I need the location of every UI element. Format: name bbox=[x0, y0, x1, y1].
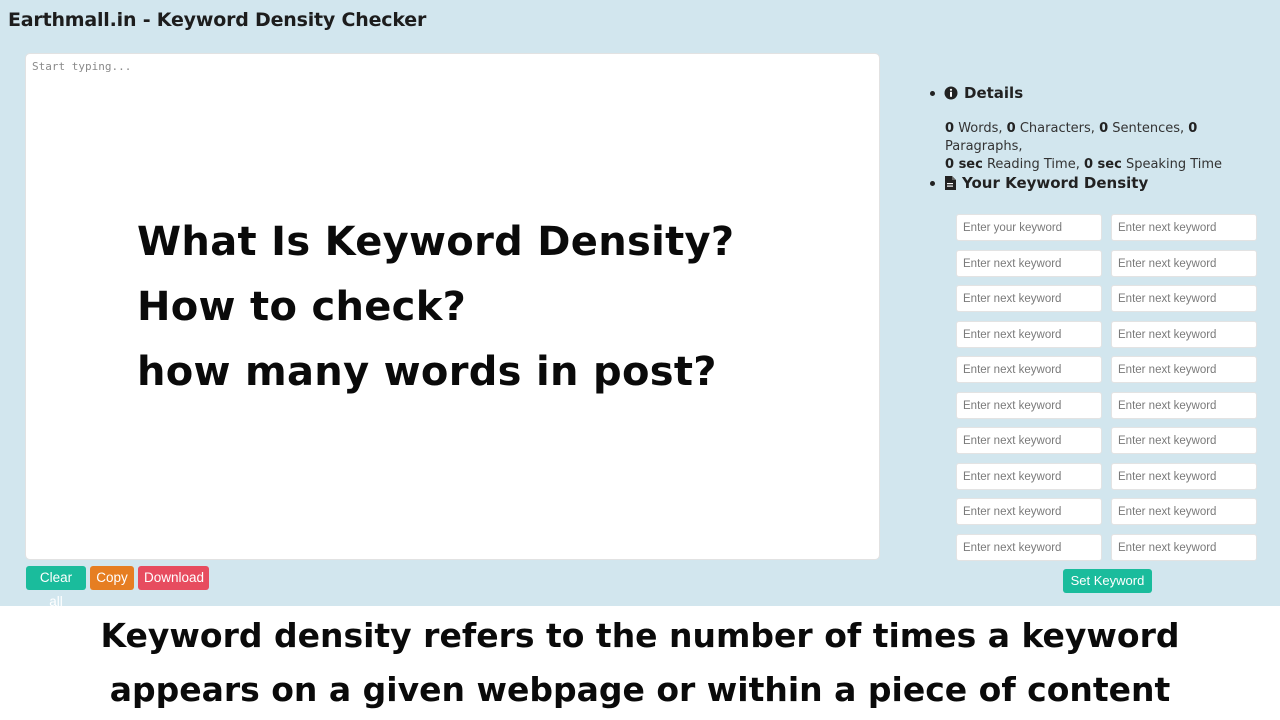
app-title: Earthmall.in - Keyword Density Checker bbox=[8, 9, 427, 31]
details-heading: Details bbox=[930, 84, 1023, 102]
caption: Keyword density refers to the number of … bbox=[0, 606, 1280, 720]
keyword-input[interactable] bbox=[956, 427, 1102, 454]
download-button[interactable]: Download bbox=[138, 566, 209, 590]
document-icon bbox=[944, 176, 956, 190]
speaking-time-label: Speaking Time bbox=[1125, 157, 1223, 172]
caption-line: Keyword density refers to the number of … bbox=[100, 616, 1180, 655]
bullet bbox=[930, 90, 935, 96]
keyword-input[interactable] bbox=[1111, 427, 1257, 454]
reading-time: 0 sec bbox=[945, 157, 983, 172]
keyword-input[interactable] bbox=[956, 534, 1102, 561]
keyword-input[interactable] bbox=[956, 250, 1102, 277]
paragraph-count-label: Paragraphs, bbox=[945, 139, 1023, 154]
character-count-label: Characters, bbox=[1019, 121, 1095, 136]
keyword-input[interactable] bbox=[1111, 250, 1257, 277]
keyword-input[interactable] bbox=[956, 498, 1102, 525]
speaking-time: 0 sec bbox=[1083, 157, 1122, 172]
info-circle-icon bbox=[944, 86, 958, 100]
overlay-line: How to check? bbox=[137, 284, 467, 330]
reading-time-label: Reading Time, bbox=[986, 157, 1080, 172]
keyword-input[interactable] bbox=[1111, 463, 1257, 490]
overlay-line: how many words in post? bbox=[137, 349, 717, 395]
caption-line: appears on a given webpage or within a p… bbox=[109, 670, 1171, 709]
keyword-input[interactable] bbox=[956, 392, 1102, 419]
keyword-input[interactable] bbox=[956, 321, 1102, 348]
keyword-input-first[interactable] bbox=[956, 214, 1102, 241]
overlay-headline: What Is Keyword Density? How to check? h… bbox=[137, 210, 734, 405]
sentence-count: 0 bbox=[1099, 121, 1109, 136]
keyword-input[interactable] bbox=[1111, 534, 1257, 561]
density-heading: Your Keyword Density bbox=[930, 174, 1148, 192]
overlay-line: What Is Keyword Density? bbox=[137, 219, 735, 265]
side-panel: Details 0 Words, 0 Characters, 0 Sentenc… bbox=[920, 0, 1280, 606]
character-count: 0 bbox=[1006, 121, 1016, 136]
paragraph-count: 0 bbox=[1188, 121, 1198, 136]
set-keyword-button[interactable]: Set Keyword bbox=[1063, 569, 1152, 593]
keyword-input[interactable] bbox=[1111, 285, 1257, 312]
sentence-count-label: Sentences, bbox=[1112, 121, 1185, 136]
word-count-label: Words, bbox=[958, 121, 1003, 136]
keyword-input[interactable] bbox=[1111, 498, 1257, 525]
bullet bbox=[930, 180, 935, 186]
keyword-input[interactable] bbox=[1111, 356, 1257, 383]
clear-all-button[interactable]: Clear all bbox=[26, 566, 86, 609]
keyword-input[interactable] bbox=[956, 285, 1102, 312]
keyword-input[interactable] bbox=[1111, 392, 1257, 419]
details-stats: 0 Words, 0 Characters, 0 Sentences, 0 Pa… bbox=[945, 120, 1275, 174]
keyword-input[interactable] bbox=[956, 356, 1102, 383]
copy-button[interactable]: Copy bbox=[90, 566, 134, 590]
density-heading-label: Your Keyword Density bbox=[962, 174, 1149, 192]
word-count: 0 bbox=[945, 121, 955, 136]
keyword-input[interactable] bbox=[1111, 214, 1257, 241]
keyword-input[interactable] bbox=[1111, 321, 1257, 348]
details-heading-label: Details bbox=[964, 84, 1024, 102]
app-window: Earthmall.in - Keyword Density Checker W… bbox=[0, 0, 1280, 609]
keyword-input[interactable] bbox=[956, 463, 1102, 490]
